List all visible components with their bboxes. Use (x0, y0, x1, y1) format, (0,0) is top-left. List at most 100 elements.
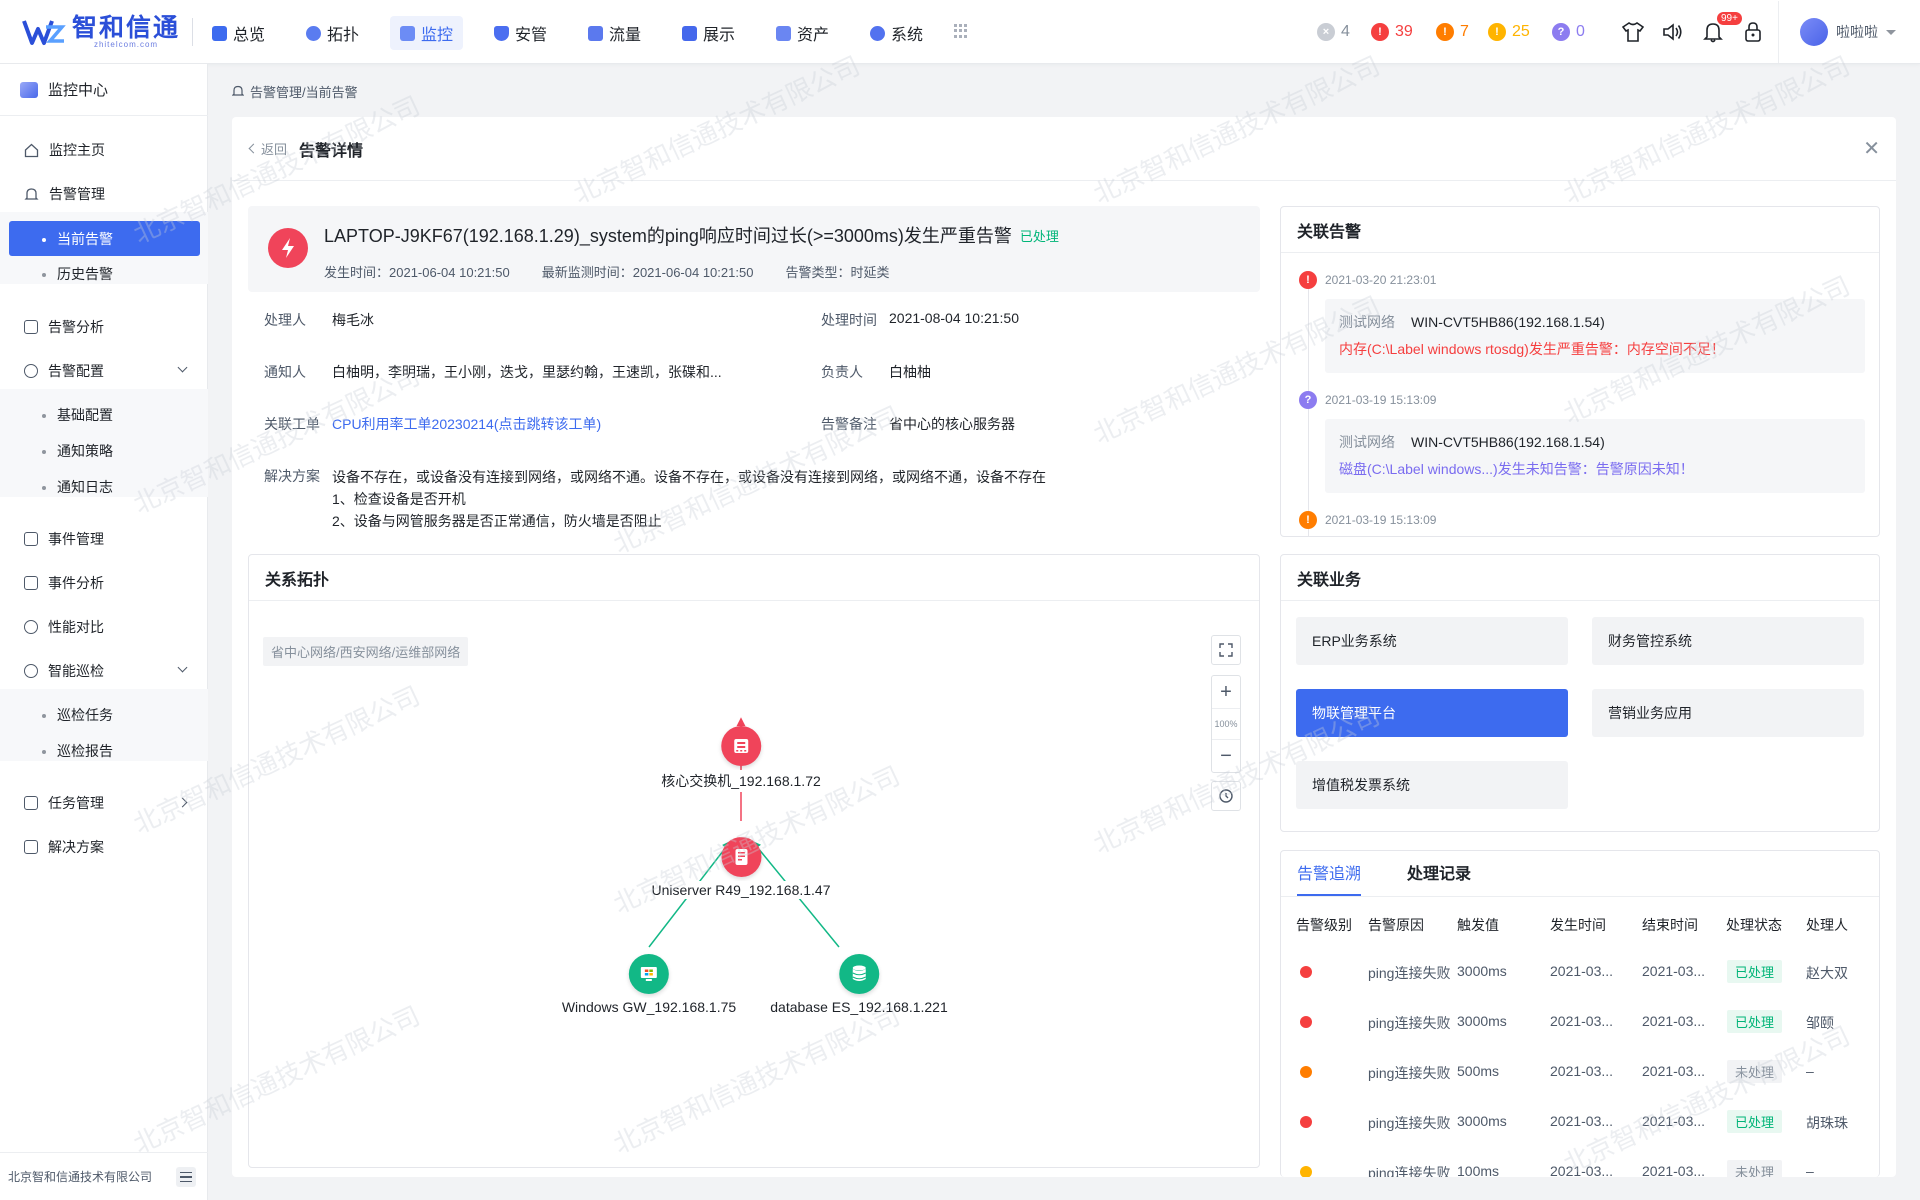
cell-value: 3000ms (1457, 963, 1507, 979)
cell-handler: 邹颐 (1806, 1015, 1834, 1031)
sidebar-item-notify-policy[interactable]: 通知策略 (0, 433, 208, 469)
sidebar-item-history-alarm[interactable]: 历史告警 (0, 256, 208, 292)
panel-header: 返回 告警详情 ✕ (232, 117, 1896, 181)
count-cleared[interactable]: × 4 (1317, 20, 1350, 44)
collapse-sidebar-icon[interactable] (176, 1167, 196, 1187)
cell-reason: ping连接失败 (1368, 1015, 1451, 1031)
lock-icon[interactable] (1741, 20, 1765, 44)
critical-alarm-icon (268, 228, 308, 268)
count-critical[interactable]: ! 39 (1371, 20, 1413, 44)
asset-icon (776, 25, 791, 41)
tab-handle-record[interactable]: 处理记录 (1407, 860, 1471, 896)
grid-menu-icon[interactable] (954, 24, 968, 38)
trace-tabs: 告警追溯 处理记录 (1281, 851, 1879, 897)
sidebar-header: 监控中心 (0, 64, 208, 116)
sidebar-item-current-alarm[interactable]: 当前告警 (9, 221, 200, 256)
breadcrumb-text[interactable]: 告警管理/当前告警 (250, 82, 358, 101)
nav-display[interactable]: 展示 (672, 16, 745, 50)
business-item-selected[interactable]: 物联管理平台 (1296, 689, 1568, 737)
critical-icon: ! (1299, 271, 1317, 289)
chevron-right-icon (177, 797, 188, 808)
bell-icon: ! (1488, 23, 1506, 41)
table-row[interactable]: ping连接失败 3000ms 2021-03... 2021-03... 已处理 邹颐 (1281, 997, 1879, 1047)
nav-asset[interactable]: 资产 (766, 16, 839, 50)
related-alarms-card: 关联告警 ! 2021-03-20 21:23:01 测试网络 WIN-CVT5HB… (1280, 206, 1880, 537)
company-name: 北京智和信通技术有限公司 (8, 1170, 153, 1184)
cell-end: 2021-03... (1642, 963, 1706, 979)
table-row[interactable]: ping连接失败 3000ms 2021-03... 2021-03... 已处理 赵大双 (1281, 947, 1879, 997)
cell-start: 2021-03... (1550, 1013, 1614, 1029)
sidebar-item-event-analysis[interactable]: 事件分析 (0, 565, 208, 601)
nav-overview[interactable]: 总览 (202, 16, 275, 50)
tab-alarm-trace[interactable]: 告警追溯 (1297, 860, 1362, 896)
cell-handler: – (1806, 1063, 1814, 1079)
chevron-down-icon (1886, 29, 1896, 35)
close-icon[interactable]: ✕ (1863, 139, 1880, 159)
sidebar-item-smart-patrol[interactable]: 智能巡检 (0, 653, 208, 689)
cell-end: 2021-03... (1642, 1063, 1706, 1079)
monitor-center-icon (20, 81, 38, 98)
sidebar-item-alarm-config[interactable]: 告警配置 (0, 353, 208, 389)
gauge-icon (24, 620, 38, 634)
alarm-message: 内存(C:\Label windows rtosdg)发生严重告警：内存空间不足… (1339, 341, 1725, 357)
table-row[interactable]: ping连接失败 3000ms 2021-03... 2021-03... 已处理 胡珠珠 (1281, 1097, 1879, 1147)
ticket-label: 关联工单 (264, 416, 320, 432)
sidebar-item-solution[interactable]: 解决方案 (0, 829, 208, 865)
table-row[interactable]: ping连接失败 500ms 2021-03... 2021-03... 未处理 – (1281, 1047, 1879, 1097)
count-unknown[interactable]: ? 0 (1552, 20, 1585, 44)
user-menu[interactable]: 啦啦啦 (1800, 18, 1896, 46)
table-row[interactable]: ping连接失败 100ms 2021-03... 2021-03... 未处理 – (1281, 1147, 1879, 1177)
cell-handler: 赵大双 (1806, 965, 1848, 981)
chevron-down-icon (177, 662, 188, 673)
sidebar-item-event-mgmt[interactable]: 事件管理 (0, 521, 208, 557)
cell-value: 3000ms (1457, 1113, 1507, 1129)
back-button[interactable]: 返回 (248, 139, 287, 158)
document-icon (24, 532, 38, 546)
monitor-icon (400, 25, 415, 41)
business-item[interactable]: 营销业务应用 (1592, 689, 1864, 737)
remark-value: 省中心的核心服务器 (889, 416, 1015, 432)
unknown-icon: ? (1299, 391, 1317, 409)
node-label: Uniserver R49_192.168.1.47 (647, 881, 835, 899)
count-value: 25 (1512, 23, 1530, 40)
sidebar-item-patrol-task[interactable]: 巡检任务 (0, 697, 208, 733)
table-header: 告警级别 告警原因 触发值 发生时间 结束时间 处理状态 处理人 (1281, 897, 1879, 947)
sidebar-item-perf-compare[interactable]: 性能对比 (0, 609, 208, 645)
skin-icon[interactable] (1621, 20, 1645, 44)
nav-monitor[interactable]: 监控 (390, 16, 464, 50)
topology-node-windows[interactable]: Windows GW_192.168.1.75 (557, 954, 741, 1016)
business-item[interactable]: 财务管控系统 (1592, 617, 1864, 665)
count-minor[interactable]: ! 25 (1488, 20, 1530, 44)
sidebar-item-notify-log[interactable]: 通知日志 (0, 469, 208, 505)
nav-topology[interactable]: 拓扑 (296, 16, 369, 50)
column-header: 处理人 (1806, 917, 1848, 933)
sound-icon[interactable] (1661, 20, 1685, 44)
logo[interactable]: 智和信通 zhitelcom.com (22, 14, 180, 50)
business-item[interactable]: ERP业务系统 (1296, 617, 1568, 665)
count-major[interactable]: ! 7 (1436, 20, 1469, 44)
nav-security[interactable]: 安管 (484, 16, 557, 50)
status-badge: 已处理 (1727, 1110, 1783, 1133)
alarm-time: 2021-03-19 15:13:09 (1325, 393, 1437, 407)
handle-time-label: 处理时间 (821, 312, 877, 328)
sidebar-item-basic-config[interactable]: 基础配置 (0, 397, 208, 433)
topology-node-database[interactable]: database ES_192.168.1.221 (766, 954, 952, 1016)
alarm-meta-row: 发生时间：2021-06-04 10:21:50 最新监测时间：2021-06-… (324, 262, 889, 281)
sidebar-item-alarm-mgmt[interactable]: 告警管理 (0, 176, 208, 212)
topology-node-server[interactable]: Uniserver R49_192.168.1.47 (647, 837, 835, 899)
alarm-title: LAPTOP-J9KF67(192.168.1.29)_system的ping响… (324, 226, 1012, 246)
sidebar-item-label: 通知策略 (57, 443, 113, 459)
sidebar-item-alarm-analysis[interactable]: 告警分析 (0, 309, 208, 345)
notify-value: 白柚明，李明瑞，王小刚，迭戈，里瑟约翰，王速凯，张碟和... (332, 364, 722, 380)
nav-system[interactable]: 系统 (860, 16, 933, 50)
topology-node-switch[interactable]: 核心交换机_192.168.1.72 (657, 726, 825, 792)
sidebar-item-patrol-report[interactable]: 巡检报告 (0, 733, 208, 769)
business-item[interactable]: 增值税发票系统 (1296, 761, 1568, 809)
ticket-link[interactable]: CPU利用率工单20230214(点击跳转该工单) (332, 414, 601, 434)
related-alarm-item[interactable]: 测试网络 WIN-CVT5HB86(192.168.1.54) 内存(C:\Lab… (1325, 299, 1865, 373)
sidebar-item-task-mgmt[interactable]: 任务管理 (0, 785, 208, 821)
nav-traffic[interactable]: 流量 (578, 16, 651, 50)
related-alarm-item[interactable]: 测试网络 WIN-CVT5HB86(192.168.1.54) 磁盘(C:\Lab… (1325, 419, 1865, 493)
sidebar-item-home[interactable]: 监控主页 (0, 132, 208, 168)
brand-name: 智和信通 (72, 14, 181, 42)
